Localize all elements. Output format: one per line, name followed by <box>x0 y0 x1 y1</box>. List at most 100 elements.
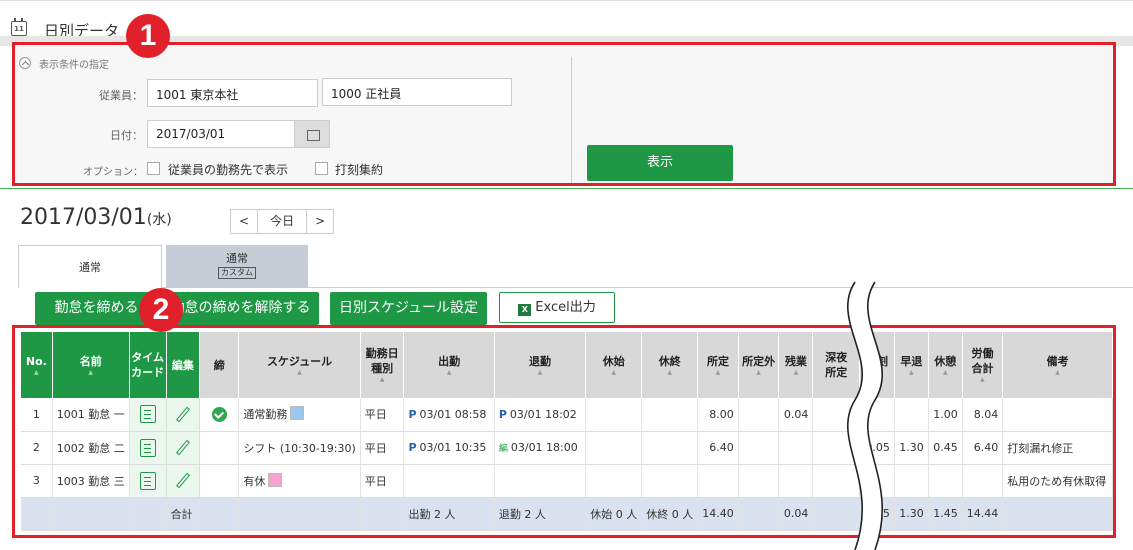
cell-early: 1.30 <box>894 431 929 465</box>
excel-icon: X <box>518 304 532 316</box>
cell-clock-in <box>403 464 495 498</box>
cell-rest <box>928 464 963 498</box>
cell-overtime: 0.04 <box>778 398 814 432</box>
col-clock-out[interactable]: 退勤 ▲ <box>494 332 587 398</box>
date-field[interactable]: 2017/03/01 <box>147 120 295 148</box>
col-no[interactable]: No. ▲ <box>21 332 53 398</box>
cell-early <box>894 398 929 432</box>
employee-field[interactable]: 1001 東京本社 <box>147 79 318 107</box>
cell-clock-out: 編 03/01 18:00 <box>494 431 587 465</box>
col-labor-total[interactable]: 労働 合計 ▲ <box>962 332 1004 398</box>
edit-cell[interactable] <box>166 464 201 498</box>
daily-data-table: No. ▲ 名前 ▲ タイム カード 編集 締 スケジュール ▲ 勤務日 種別 ▲ 出勤 ▲ … <box>21 332 1113 531</box>
col-notes[interactable]: 備考 ▲ <box>1002 332 1113 398</box>
release-attendance-button[interactable]: 勤怠の締めを解除する <box>162 292 319 325</box>
option-aggregate-label: 打刻集約 <box>335 163 384 177</box>
total-clock-in: 出勤 2 人 <box>403 497 495 531</box>
daily-data-table-panel: No. ▲ 名前 ▲ タイム カード 編集 締 スケジュール ▲ 勤務日 種別 ▲ 出勤 ▲ … <box>12 325 1116 538</box>
col-daytype[interactable]: 勤務日 種別 ▲ <box>360 332 405 398</box>
col-close: 締 <box>199 332 240 398</box>
total-break-end: 休終 0 人 <box>641 497 699 531</box>
cell-scheduled: 6.40 <box>697 431 739 465</box>
col-break-end[interactable]: 休終 ▲ <box>641 332 699 398</box>
timecard-cell[interactable] <box>129 464 167 498</box>
panel-divider <box>571 57 572 183</box>
cell-schedule: 有休 <box>238 464 361 498</box>
col-rest[interactable]: 休憩 ▲ <box>928 332 963 398</box>
cell-break-end <box>641 464 699 498</box>
pencil-icon[interactable] <box>175 406 190 423</box>
col-non-scheduled[interactable]: 所定外 ▲ <box>738 332 780 398</box>
option-checkbox-workplace[interactable] <box>147 162 160 175</box>
col-scheduled[interactable]: 所定 ▲ <box>697 332 739 398</box>
col-late[interactable]: 遅刻 ▲ <box>859 332 895 398</box>
timecard-cell[interactable] <box>129 431 167 465</box>
total-labor: 14.44 <box>962 497 1004 531</box>
employment-type-field[interactable]: 1000 正社員 <box>322 78 512 106</box>
cell-daytype: 平日 <box>360 398 405 432</box>
date-label: 日付： <box>110 129 143 142</box>
next-day-button[interactable]: > <box>307 210 333 233</box>
total-scheduled: 14.40 <box>697 497 739 531</box>
cell-scheduled: 8.00 <box>697 398 739 432</box>
date-picker-button[interactable] <box>294 120 330 148</box>
cell-clock-in: P 03/01 08:58 <box>403 398 495 432</box>
excel-export-button[interactable]: X Excel出力 <box>499 292 615 323</box>
timecard-icon[interactable] <box>139 471 156 490</box>
col-name[interactable]: 名前 ▲ <box>52 332 130 398</box>
edit-cell[interactable] <box>166 398 201 432</box>
cell-notes: 打刻漏れ修正 <box>1002 431 1113 465</box>
tab-normal[interactable]: 通常 <box>18 245 162 288</box>
cell-name: 1002 勤怠 二 <box>52 431 130 465</box>
table-row: 2 1002 勤怠 二 シフト (10:30-19:30) 平日 P 03/01 … <box>21 431 1113 465</box>
cell-daytype: 平日 <box>360 464 405 498</box>
pencil-icon[interactable] <box>175 472 190 489</box>
cell-notes: 私用のため有休取得 <box>1002 464 1113 498</box>
col-clock-in[interactable]: 出勤 ▲ <box>403 332 495 398</box>
callout-marker-2: 2 <box>139 288 183 332</box>
schedule-color-swatch <box>290 406 305 421</box>
pencil-icon[interactable] <box>175 439 190 456</box>
timecard-cell[interactable] <box>129 398 167 432</box>
total-late: 0.05 <box>859 497 895 531</box>
cell-clock-out <box>494 464 587 498</box>
cell-early <box>894 464 929 498</box>
daily-schedule-button[interactable]: 日別スケジュール設定 <box>330 292 487 325</box>
timecard-icon[interactable] <box>139 405 156 424</box>
cell-no: 3 <box>21 464 53 498</box>
callout-marker-1: 1 <box>126 14 170 58</box>
option-checkbox-aggregate[interactable] <box>315 162 328 175</box>
today-button[interactable]: 今日 <box>257 210 308 233</box>
total-overtime: 0.04 <box>778 497 814 531</box>
show-button[interactable]: 表示 <box>587 145 733 181</box>
tab-normal-custom[interactable]: 通常 カスタム <box>166 245 308 288</box>
cell-no: 2 <box>21 431 53 465</box>
cell-late: 0.05 <box>859 431 895 465</box>
table-row: 1 1001 勤怠 一 通常勤務 平日 P 03/01 08:58 P 03/01 … <box>21 398 1113 432</box>
section-divider <box>0 188 1133 189</box>
check-circle-icon <box>211 406 227 422</box>
cell-blank <box>812 497 861 531</box>
cell-blank <box>238 497 361 531</box>
col-early[interactable]: 早退 ▲ <box>894 332 929 398</box>
col-late-night[interactable]: 深夜 所定 <box>812 332 861 398</box>
cell-labor: 8.04 <box>962 398 1004 432</box>
edit-cell[interactable] <box>166 431 201 465</box>
col-break-start[interactable]: 休始 ▲ <box>585 332 643 398</box>
col-overtime[interactable]: 残業 ▲ <box>778 332 814 398</box>
timecard-icon[interactable] <box>139 438 156 457</box>
cell-rest: 0.45 <box>928 431 963 465</box>
close-cell <box>199 431 240 465</box>
cell-break-end <box>641 431 699 465</box>
cell-notes <box>1002 398 1113 432</box>
cell-schedule: 通常勤務 <box>238 398 361 432</box>
prev-day-button[interactable]: < <box>231 210 257 233</box>
col-schedule[interactable]: スケジュール ▲ <box>238 332 361 398</box>
cell-non-scheduled <box>738 398 780 432</box>
tab-custom-sub: カスタム <box>218 267 256 279</box>
cell-blank <box>52 497 130 531</box>
tab-custom-label: 通常 <box>226 252 248 265</box>
collapse-toggle-icon[interactable] <box>19 57 31 69</box>
total-clock-out: 退勤 2 人 <box>494 497 587 531</box>
cell-break-start <box>585 464 643 498</box>
